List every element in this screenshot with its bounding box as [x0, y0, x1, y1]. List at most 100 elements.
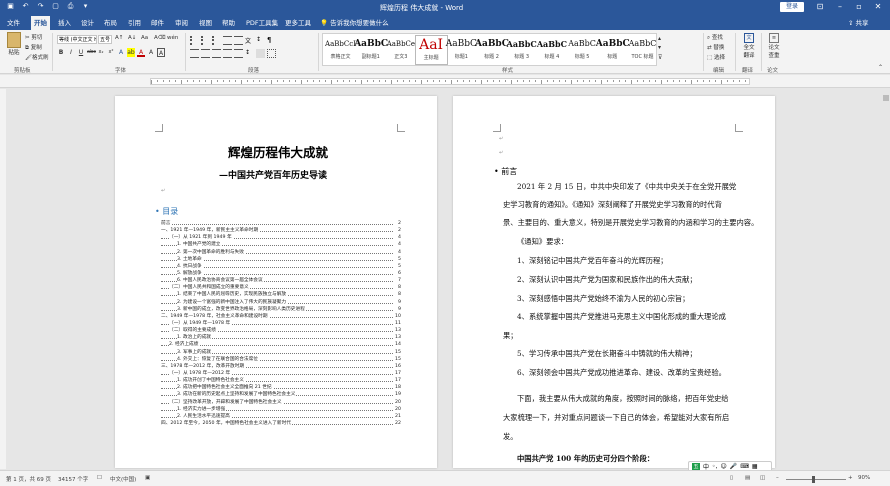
borders-icon[interactable]	[267, 49, 276, 58]
tell-me-box[interactable]: 💡 告诉我你想要做什么	[320, 16, 389, 30]
text-effects-button[interactable]: A	[117, 48, 125, 57]
ime-emoji-icon[interactable]: ☺	[720, 463, 726, 470]
toc-entry[interactable]: 1. 经济实力进一步增强 20	[161, 405, 401, 413]
toc-entry[interactable]: 2. 经济上成绩 14	[161, 341, 401, 349]
align-left-icon[interactable]	[190, 49, 199, 58]
toc-entry[interactable]: 1. 成功开创了中国特色社会主义 17	[161, 377, 401, 385]
undo-icon[interactable]: ↶	[21, 2, 30, 11]
decrease-indent-icon[interactable]	[223, 36, 232, 45]
strikethrough-button[interactable]: abc	[87, 48, 96, 57]
zoom-in-button[interactable]: +	[848, 475, 853, 481]
proofing-icon[interactable]: ☐	[97, 475, 102, 481]
tab-mailings[interactable]: 邮件	[148, 16, 167, 30]
copy-button[interactable]: ⧉ 复制	[25, 43, 42, 52]
find-button[interactable]: ⌕ 查找	[707, 33, 723, 42]
login-button[interactable]: 登录	[780, 2, 804, 12]
macro-record-icon[interactable]: ▣	[145, 475, 150, 481]
web-layout-icon[interactable]: ◫	[760, 475, 765, 481]
toc-entry[interactable]: 1. 政治上的成就 13	[161, 334, 401, 342]
align-center-icon[interactable]	[201, 49, 210, 58]
format-painter-button[interactable]: 🖌格式刷	[25, 53, 49, 61]
vertical-scrollbar[interactable]	[882, 89, 890, 469]
char-border-button[interactable]: A	[157, 48, 165, 57]
style-item[interactable]: AaBbC 标题 3	[505, 35, 538, 65]
gallery-scroll-down-icon[interactable]: ▾	[658, 44, 661, 51]
style-item[interactable]: AaBbC 标题1	[445, 35, 478, 65]
toc-entry[interactable]: 前言 2	[161, 220, 401, 227]
ribbon-display-options-icon[interactable]: ⊡	[814, 1, 826, 13]
print-layout-icon[interactable]: ▤	[745, 475, 750, 481]
style-item[interactable]: AaBbC 副标题1	[354, 35, 388, 65]
minimize-icon[interactable]: –	[834, 1, 846, 13]
zoom-slider-thumb[interactable]	[812, 476, 815, 483]
redo-icon[interactable]: ↷	[36, 2, 45, 11]
tab-pdf-tools[interactable]: PDF工具集	[243, 16, 281, 30]
sort-icon[interactable]: ↕	[256, 36, 265, 45]
style-item[interactable]: AaBbC 标题	[596, 35, 630, 65]
ime-menu-icon[interactable]: ▦	[752, 463, 758, 470]
bullets-icon[interactable]	[190, 36, 199, 45]
ime-mic-icon[interactable]: 🎤	[730, 463, 737, 470]
distributed-icon[interactable]	[234, 49, 243, 58]
toc-entry[interactable]: 2. 为建设一个富强的新中国注入了伟大的民族凝聚力 9	[161, 298, 401, 306]
document-page-1[interactable]: 辉煌历程伟大成就 —中国共产党百年历史导读 ↵ • 目录 前言 2 一、1921 年…	[115, 96, 437, 468]
change-case-icon[interactable]: Aa	[141, 35, 148, 41]
vertical-ruler[interactable]	[0, 89, 6, 469]
tab-insert[interactable]: 插入	[55, 16, 74, 30]
toc-entry[interactable]: 3. 新中国的成立，改变世界政治格局，深刻影响人类历史进程 9	[161, 305, 401, 313]
style-item[interactable]: AaBbC TOC 标题	[626, 35, 659, 65]
subscript-button[interactable]: x₂	[97, 48, 105, 57]
style-item[interactable]: AaBbCe 正文3	[384, 35, 417, 65]
style-item[interactable]: AaBbC 标题 2	[475, 35, 509, 65]
justify-icon[interactable]	[223, 49, 232, 58]
tab-file[interactable]: 文件	[4, 16, 23, 30]
language-indicator[interactable]: 中文(中国)	[110, 475, 136, 483]
font-size-select[interactable]: 五号	[98, 35, 112, 44]
toc-entry[interactable]: 5. 解放战争 6	[161, 269, 401, 277]
toc-entry[interactable]: （二）坚持改革开放，开辟和发展了中国特色社会主义 20	[161, 398, 401, 406]
style-item[interactable]: AaBbCcI 表格正文	[324, 35, 357, 65]
cut-button[interactable]: ✂ 剪切	[25, 33, 42, 41]
numbering-icon[interactable]	[201, 36, 210, 45]
show-marks-icon[interactable]: ¶	[267, 36, 276, 45]
superscript-button[interactable]: x²	[107, 48, 115, 57]
replace-button[interactable]: ⇄ 替换	[707, 43, 724, 51]
tab-review[interactable]: 审阅	[172, 16, 191, 30]
shrink-font-icon[interactable]: A↓	[128, 35, 136, 41]
highlight-button[interactable]: ab	[127, 48, 135, 57]
print-preview-icon[interactable]: ⎙	[66, 2, 75, 11]
document-page-2[interactable]: ↵ ↵ • 前言 2021 年 2 月 15 日，中共中央印发了《中共中央关于在…	[453, 96, 775, 468]
toc-entry[interactable]: 一、1921 年—1949 年，新民主主义革命时期 2	[161, 227, 401, 235]
word-count[interactable]: 34157 个字	[58, 475, 88, 483]
toc-entry[interactable]: （一）从 1949 年—1978 年 11	[161, 319, 401, 327]
collapse-ribbon-icon[interactable]: ⌃	[878, 64, 883, 71]
toc-entry[interactable]: 2. 成功把中国特色社会主义全面推向 21 世纪 18	[161, 384, 401, 392]
char-shading-button[interactable]: A	[147, 48, 155, 57]
tab-home[interactable]: 开始	[31, 16, 50, 30]
toc-entry[interactable]: 四、2012 年至今，2050 年，中国特色社会主义进入了新时代 22	[161, 419, 401, 427]
shading-icon[interactable]	[256, 49, 265, 58]
toc-entry[interactable]: 二、1949 年—1978 年，社会主义革命和建设时期 10	[161, 312, 401, 320]
bold-button[interactable]: B	[57, 48, 65, 57]
ime-punct-icon[interactable]: ◦,	[712, 463, 717, 470]
toc-entry[interactable]: 3. 土地革命 5	[161, 255, 401, 263]
read-mode-icon[interactable]: ▯	[730, 475, 733, 481]
toc-entry[interactable]: （二）中国人民共和国成立的重要意义 8	[161, 284, 401, 292]
chinese-layout-icon[interactable]: 文	[245, 36, 254, 45]
clear-format-icon[interactable]: A⌫	[154, 35, 166, 41]
gallery-more-icon[interactable]: ⊽	[658, 54, 662, 61]
save-icon[interactable]: ▣	[6, 2, 15, 11]
select-button[interactable]: ⬚ 选择	[707, 53, 725, 61]
italic-button[interactable]: I	[67, 48, 75, 57]
toc-entry[interactable]: 三、1978 年—2012 年，改革开放时期 16	[161, 362, 401, 370]
font-name-select[interactable]: 等线 (中文正文 Heu	[57, 35, 97, 44]
toc-entry[interactable]: 2. 人民生活水平迅速提高 21	[161, 412, 401, 420]
share-button[interactable]: ⇪ 共享	[848, 16, 869, 30]
tab-more-tools[interactable]: 更多工具	[282, 16, 314, 30]
tab-design[interactable]: 设计	[78, 16, 97, 30]
multilevel-list-icon[interactable]	[212, 36, 221, 45]
tab-layout[interactable]: 布局	[101, 16, 120, 30]
close-icon[interactable]: ✕	[872, 1, 884, 13]
increase-indent-icon[interactable]	[234, 36, 243, 45]
toc-entry[interactable]: 4. 外交上：恢复了在联合国的合法席位 15	[161, 355, 401, 363]
